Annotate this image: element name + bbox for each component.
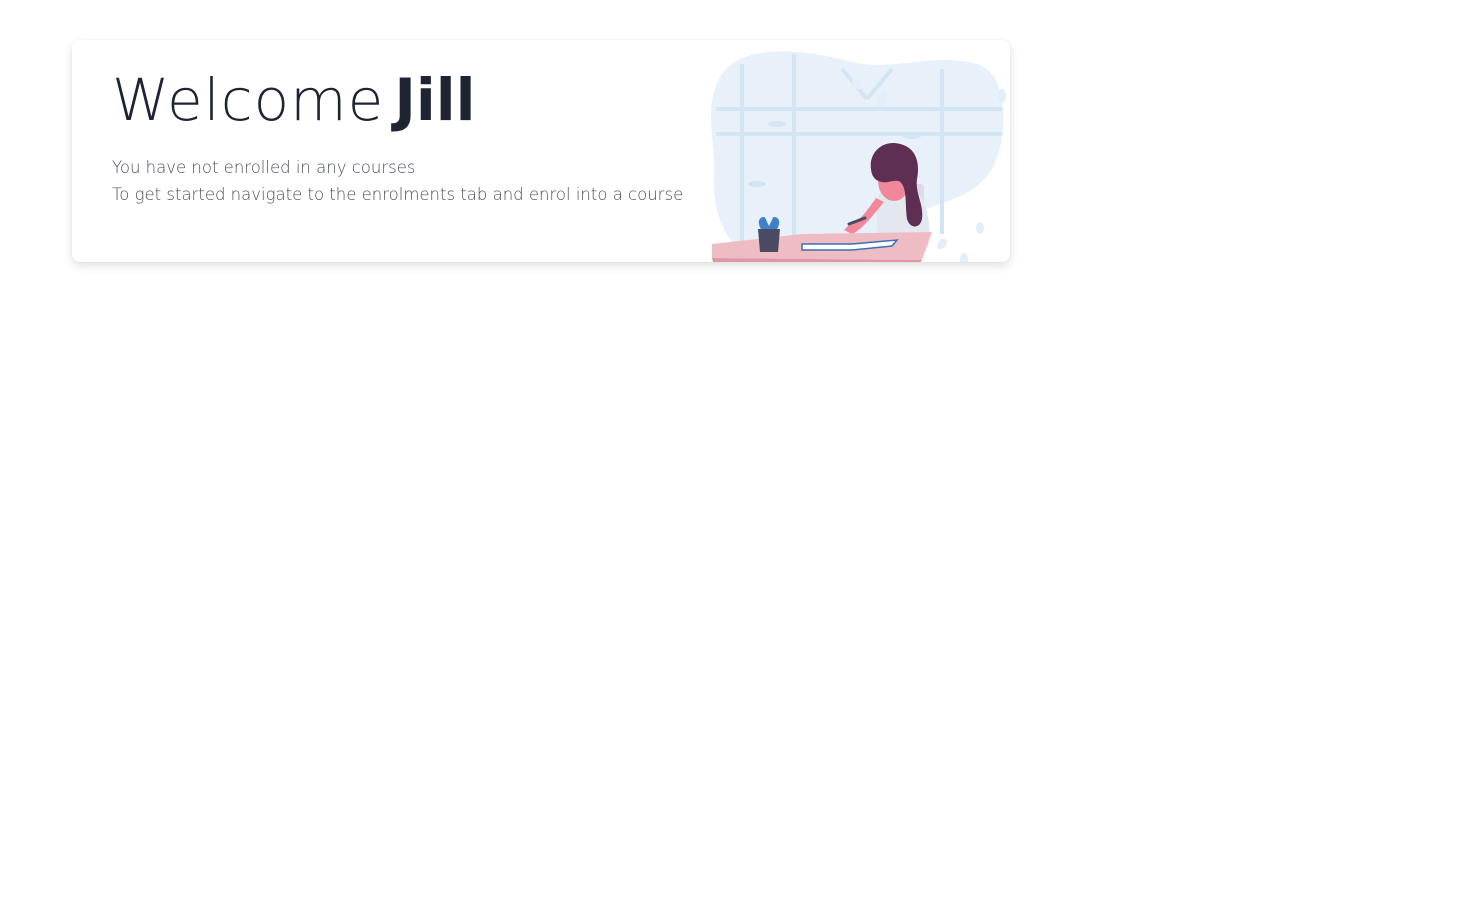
welcome-card: Welcome Jill You have not enrolled in any… xyxy=(72,40,1010,262)
no-courses-message: You have not enrolled in any courses xyxy=(112,158,416,177)
welcome-heading: Welcome Jill xyxy=(112,64,683,136)
get-started-hint: To get started navigate to the enrolment… xyxy=(112,185,684,204)
welcome-greeting: Welcome xyxy=(112,66,385,134)
user-name: Jill xyxy=(394,66,476,134)
student-studying-illustration xyxy=(711,51,1006,262)
plant-pot xyxy=(758,229,780,252)
empty-state-message: You have not enrolled in any courses To … xyxy=(112,154,683,208)
welcome-text-block: Welcome Jill You have not enrolled in any… xyxy=(112,64,683,208)
